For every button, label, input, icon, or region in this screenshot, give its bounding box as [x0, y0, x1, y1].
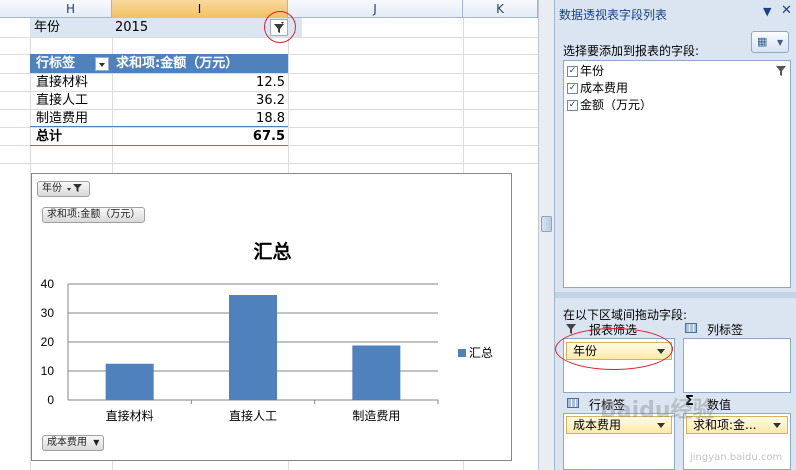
chevron-down-icon [773, 423, 781, 428]
total-separator [30, 126, 288, 127]
y-tick-label: 30 [41, 306, 55, 320]
highlight-circle [264, 11, 296, 43]
funnel-icon[interactable] [775, 65, 787, 77]
grand-total-label[interactable]: 总计 [36, 128, 62, 146]
close-icon[interactable]: ✕ [781, 3, 792, 18]
legend-label: 汇总 [469, 346, 494, 360]
pivot-row-label[interactable]: 直接人工 [36, 92, 88, 110]
bar [105, 363, 154, 400]
watermark-url: jingyan.baidu.com [690, 452, 783, 463]
column-labels-icon [685, 323, 697, 333]
chart-plot-area: 0 10 20 30 40 直接材料 直接人工 制造费用 [41, 277, 439, 423]
y-tick-label: 0 [47, 393, 54, 407]
field-item-year[interactable]: ✓ 年份 [567, 63, 604, 79]
vertical-scrollbar[interactable] [538, 0, 554, 470]
field-item-amount[interactable]: ✓ 金额（万元） [567, 97, 652, 113]
column-labels-area-label: 列标签 [707, 323, 744, 337]
filter-field-cell[interactable]: 年份 [34, 19, 60, 37]
highlight-circle [555, 328, 673, 370]
pane-title: 数据透视表字段列表 [559, 8, 668, 22]
pivot-chart[interactable]: 年份 求和项:金额（万元） 汇总 0 10 20 30 40 直接材料 直接人工 制造费用 汇… [31, 173, 512, 461]
y-tick-label: 40 [41, 277, 55, 291]
value-header[interactable]: 求和项:金额（万元） [116, 55, 238, 73]
bar [229, 295, 277, 400]
x-tick-label: 直接材料 [106, 408, 154, 423]
y-tick-label: 20 [41, 335, 55, 349]
row-labels-dropdown[interactable] [95, 57, 109, 71]
field-item-label: 年份 [580, 64, 605, 78]
field-list-layout-button[interactable]: ▦ ▼ [751, 31, 789, 53]
choose-fields-label: 选择要添加到报表的字段: [563, 44, 700, 58]
chart-axis-chip-label: 成本费用 [47, 437, 87, 448]
pane-splitter[interactable] [555, 292, 796, 298]
field-list[interactable]: ✓ 年份 ✓ 成本费用 ✓ 金额（万元） [563, 60, 791, 288]
column-header-i[interactable]: I [112, 0, 288, 18]
column-header-k[interactable]: K [463, 0, 538, 18]
legend-swatch [458, 349, 466, 357]
y-tick-label: 10 [41, 364, 55, 378]
row-labels-icon [567, 398, 579, 408]
gridline [0, 163, 538, 164]
chart-axis-chip[interactable]: 成本费用 ▼ [42, 435, 105, 451]
pane-menu-icon[interactable]: ▼ [763, 5, 771, 18]
field-item-label: 金额（万元） [580, 98, 653, 112]
column-labels-area[interactable] [683, 338, 791, 393]
field-item-cost-type[interactable]: ✓ 成本费用 [567, 80, 628, 96]
chevron-down-icon: ▼ [777, 38, 784, 47]
x-tick-label: 直接人工 [229, 408, 277, 423]
column-header-h[interactable]: H [30, 0, 112, 18]
checkbox-checked-icon[interactable]: ✓ [567, 66, 578, 77]
scrollbar-thumb[interactable] [541, 216, 552, 232]
checkbox-checked-icon[interactable]: ✓ [567, 83, 578, 94]
filter-row [30, 18, 302, 37]
watermark-logo: Baidu经验 [600, 398, 715, 423]
worksheet[interactable]: H I J K 年份 2015 行标签 求和项:金额（万元） 直接材料 12.5… [0, 0, 538, 470]
checkbox-checked-icon[interactable]: ✓ [567, 100, 578, 111]
chart-legend[interactable]: 汇总 [458, 344, 493, 361]
total-bottom-border [30, 145, 288, 146]
bar [352, 345, 401, 400]
layout-icon: ▦ [757, 35, 768, 48]
field-item-label: 成本费用 [580, 81, 629, 95]
pivot-row-value[interactable]: 12.5 [112, 74, 285, 92]
chevron-down-icon: ▼ [93, 438, 100, 447]
pivot-row-label[interactable]: 直接材料 [36, 74, 88, 92]
filter-value-cell[interactable]: 2015 [115, 19, 148, 37]
row-labels-header[interactable]: 行标签 [36, 55, 75, 73]
x-tick-label: 制造费用 [352, 409, 400, 423]
column-header-j[interactable]: J [288, 0, 463, 18]
grand-total-value[interactable]: 67.5 [112, 128, 285, 146]
pivot-row-value[interactable]: 36.2 [112, 92, 285, 110]
